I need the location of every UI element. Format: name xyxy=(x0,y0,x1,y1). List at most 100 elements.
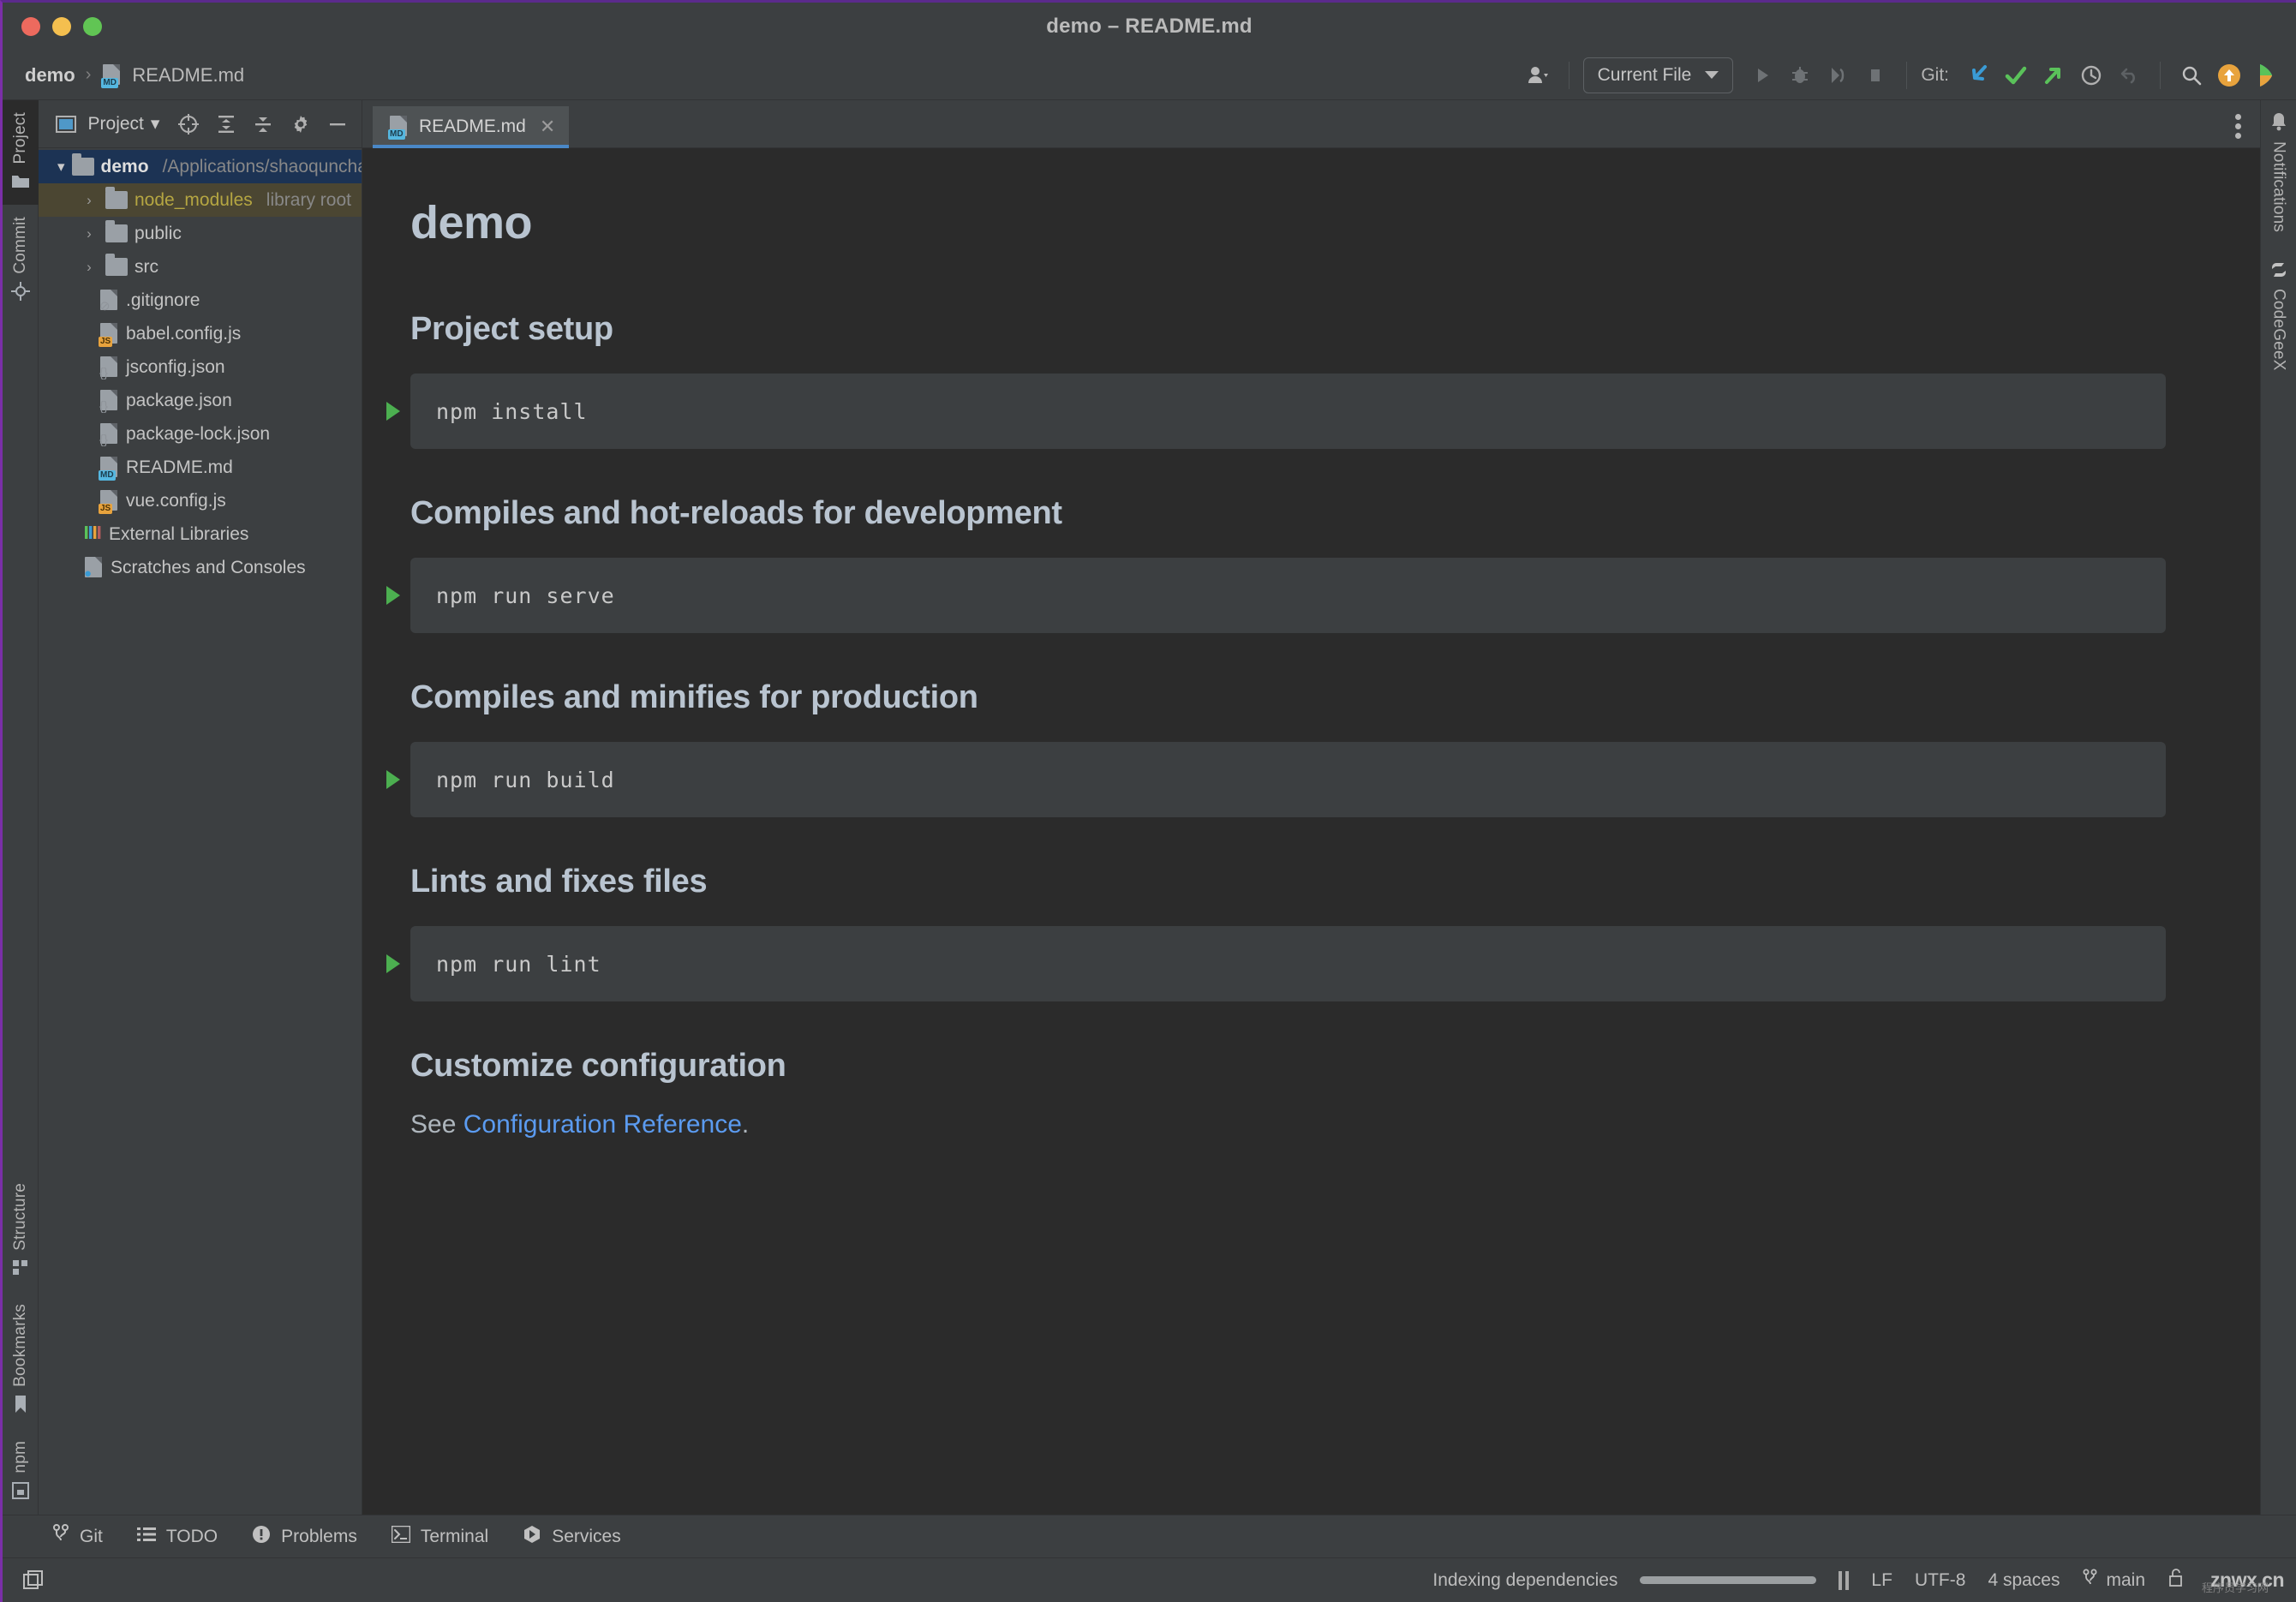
page-title: demo xyxy=(410,197,533,248)
tree-node-scratches-and-consoles[interactable]: ● Scratches and Consoles xyxy=(39,551,362,584)
git-rollback-icon[interactable] xyxy=(2112,58,2146,93)
sidebar-item-project[interactable]: Project xyxy=(2,100,39,205)
status-bar: Indexing dependencies LF UTF-8 4 spaces … xyxy=(3,1557,2296,1602)
search-icon[interactable] xyxy=(2174,58,2209,93)
sidebar-item-npm-label: npm xyxy=(10,1441,29,1473)
encoding-status[interactable]: UTF-8 xyxy=(1915,1570,1966,1591)
tree-node-label: Scratches and Consoles xyxy=(111,557,306,577)
git-push-icon[interactable] xyxy=(2036,58,2071,93)
tree-node-node-modules[interactable]: › node_modules library root xyxy=(39,183,362,217)
line-separator-status[interactable]: LF xyxy=(1871,1570,1892,1591)
git-commit-icon[interactable] xyxy=(1999,58,2033,93)
customize-paragraph: See Configuration Reference. xyxy=(410,1110,2166,1139)
expand-all-icon[interactable] xyxy=(211,109,242,140)
run-icon[interactable] xyxy=(1745,58,1779,93)
tool-window-bar: Git TODO Problems Terminal Services xyxy=(3,1515,2296,1557)
run-configuration-selector[interactable]: Current File xyxy=(1582,57,1734,93)
ide-window: demo – README.md demo › MD README.md Cur xyxy=(0,0,2296,1602)
tree-node-babel-config[interactable]: JS babel.config.js xyxy=(39,317,362,350)
tree-node-jsconfig[interactable]: {} jsconfig.json xyxy=(39,350,362,384)
tree-node-readme[interactable]: MD README.md xyxy=(39,451,362,484)
chevron-down-icon[interactable]: ▾ xyxy=(57,158,65,176)
tree-node-external-libraries[interactable]: External Libraries xyxy=(39,517,362,551)
folder-icon xyxy=(105,187,128,209)
sidebar-item-codegeex-label: CodeGeeX xyxy=(2269,289,2288,371)
tree-node-vue-config[interactable]: JS vue.config.js xyxy=(39,484,362,517)
tab-readme-md[interactable]: MD README.md ✕ xyxy=(373,106,570,148)
tool-window-todo[interactable]: TODO xyxy=(136,1526,218,1548)
sidebar-item-codegeex[interactable]: CodeGeeX xyxy=(2261,248,2296,386)
close-icon[interactable]: ✕ xyxy=(540,116,555,138)
feedback-icon[interactable] xyxy=(2250,58,2284,93)
debug-icon[interactable] xyxy=(1783,58,1817,93)
todo-list-icon xyxy=(136,1526,156,1548)
git-history-icon[interactable] xyxy=(2074,58,2108,93)
folder-icon xyxy=(71,153,94,176)
configuration-reference-link[interactable]: Configuration Reference xyxy=(463,1110,742,1139)
tree-node-package-lock-json[interactable]: {} package-lock.json xyxy=(39,417,362,451)
sidebar-item-project-label: Project xyxy=(10,112,29,164)
sidebar-item-structure[interactable]: Structure xyxy=(3,1171,39,1292)
gear-icon[interactable] xyxy=(285,109,316,140)
run-code-icon[interactable] xyxy=(386,954,400,973)
code-block-2[interactable]: npm run serve xyxy=(410,558,2166,633)
json-file-icon: {} xyxy=(99,422,119,446)
stop-icon[interactable] xyxy=(1858,58,1892,93)
json-file-icon: {} xyxy=(99,389,119,413)
tree-node-gitignore[interactable]: ⊘ .gitignore xyxy=(39,284,362,317)
tree-node-public[interactable]: › public xyxy=(39,217,362,250)
toolbar-divider-3 xyxy=(2160,61,2161,89)
run-code-icon[interactable] xyxy=(386,770,400,789)
sidebar-item-npm[interactable]: npm xyxy=(3,1429,39,1515)
section-heading-3: Compiles and minifies for production xyxy=(410,679,978,715)
tool-window-terminal[interactable]: Terminal xyxy=(391,1525,488,1548)
indent-status[interactable]: 4 spaces xyxy=(1988,1570,2060,1591)
tree-node-demo[interactable]: ▾ demo /Applications/shaoqunchao/Codes/d… xyxy=(39,150,362,183)
code-block-3-wrapper: npm run build xyxy=(386,742,2166,817)
select-opened-file-icon[interactable] xyxy=(173,109,204,140)
git-branch-icon xyxy=(2083,1569,2098,1593)
chevron-right-icon[interactable]: › xyxy=(80,192,99,209)
codegeex-icon xyxy=(2269,260,2289,280)
chevron-right-icon[interactable]: › xyxy=(80,225,99,242)
branch-widget[interactable]: main xyxy=(2083,1569,2146,1593)
code-block-4[interactable]: npm run lint xyxy=(410,926,2166,1001)
main-toolbar: Current File Git: xyxy=(1521,57,2284,93)
chevron-right-icon[interactable]: › xyxy=(80,259,99,276)
updates-available-icon[interactable] xyxy=(2212,58,2246,93)
run-with-coverage-icon[interactable] xyxy=(1821,58,1855,93)
breadcrumb-file[interactable]: README.md xyxy=(132,64,244,87)
commit-icon xyxy=(10,282,30,302)
pause-icon[interactable] xyxy=(1839,1570,1850,1590)
toggle-toolwindows-icon[interactable] xyxy=(15,1569,52,1592)
toolbar-divider-2 xyxy=(1906,61,1908,89)
more-options-icon[interactable] xyxy=(2235,114,2241,139)
code-block-4-wrapper: npm run lint xyxy=(386,926,2166,1001)
run-code-icon[interactable] xyxy=(386,586,400,605)
unlocked-icon[interactable] xyxy=(2167,1568,2185,1593)
project-panel-caret[interactable]: ▾ xyxy=(151,113,160,134)
git-update-icon[interactable] xyxy=(1961,58,1995,93)
code-block-3[interactable]: npm run build xyxy=(410,742,2166,817)
project-tree: ▾ demo /Applications/shaoqunchao/Codes/d… xyxy=(39,148,362,1515)
user-avatar-icon[interactable] xyxy=(1521,58,1555,93)
sidebar-item-commit[interactable]: Commit xyxy=(3,205,39,317)
tree-node-src[interactable]: › src xyxy=(39,250,362,284)
tool-window-problems[interactable]: Problems xyxy=(252,1525,357,1549)
tool-window-services[interactable]: Services xyxy=(523,1525,621,1549)
branch-name: main xyxy=(2106,1569,2146,1590)
tool-window-git[interactable]: Git xyxy=(52,1523,103,1550)
run-code-icon[interactable] xyxy=(386,402,400,421)
sidebar-item-bookmarks[interactable]: Bookmarks xyxy=(3,1292,39,1430)
collapse-all-icon[interactable] xyxy=(248,109,278,140)
tree-node-package-json[interactable]: {} package.json xyxy=(39,384,362,417)
tree-node-label: src xyxy=(135,256,158,277)
javascript-file-icon: JS xyxy=(99,489,119,514)
markdown-file-icon: MD xyxy=(388,116,409,140)
breadcrumb-project[interactable]: demo xyxy=(25,64,75,87)
markdown-file-icon: MD xyxy=(99,456,119,481)
hide-icon[interactable] xyxy=(322,109,353,140)
sidebar-item-notifications[interactable]: Notifications xyxy=(2261,100,2296,248)
tree-node-hint: library root xyxy=(266,189,351,210)
code-block-1[interactable]: npm install xyxy=(410,374,2166,449)
